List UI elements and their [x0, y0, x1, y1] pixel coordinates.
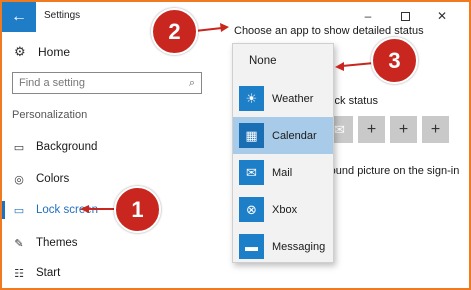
image-icon: ▭ — [13, 141, 25, 154]
minimize-icon: – — [364, 9, 372, 23]
callout-badge-2: 2 — [151, 8, 198, 55]
sidebar-item-label: Colors — [36, 173, 70, 185]
xbox-icon: ⊗ — [239, 197, 264, 222]
option-mail[interactable]: ✉ Mail — [233, 154, 333, 191]
back-arrow-icon: ← — [11, 8, 27, 25]
weather-sun-icon: ☀ — [239, 86, 264, 111]
option-label: Weather — [272, 92, 314, 105]
quick-status-tiles: ✉ + + + — [326, 116, 449, 143]
maximize-icon — [400, 11, 410, 21]
signin-picture-label: round picture on the sign-in — [326, 165, 460, 177]
detailed-status-heading: Choose an app to show detailed status — [234, 25, 424, 37]
option-label: Xbox — [272, 203, 298, 216]
plus-icon: + — [430, 120, 441, 138]
nav-home-label: Home — [38, 45, 71, 59]
sidebar-item-label: Lock screen — [36, 204, 99, 216]
minimize-button[interactable]: – — [354, 6, 382, 26]
option-label: Messaging — [272, 240, 326, 253]
sidebar-item-lock-screen[interactable]: ▭ Lock screen — [2, 197, 212, 223]
maximize-button[interactable] — [391, 6, 419, 26]
sidebar-item-start[interactable]: ☷ Start — [2, 260, 212, 286]
section-label: Personalization — [12, 109, 88, 121]
lock-screen-icon: ▭ — [13, 204, 25, 217]
option-messaging[interactable]: ▬ Messaging — [233, 228, 333, 265]
sidebar-item-label: Themes — [36, 237, 78, 249]
calendar-icon: ▦ — [239, 123, 264, 148]
option-label: Mail — [272, 166, 293, 179]
sidebar-item-background[interactable]: ▭ Background — [2, 134, 212, 160]
sidebar-item-themes[interactable]: ✎ Themes — [2, 230, 212, 256]
search-icon[interactable]: ⌕ — [189, 77, 195, 90]
gear-icon: ⚙ — [14, 44, 26, 59]
close-button[interactable]: ✕ — [428, 6, 456, 26]
plus-icon: + — [366, 120, 377, 138]
callout-badge-3: 3 — [371, 37, 418, 84]
option-weather[interactable]: ☀ Weather — [233, 80, 333, 117]
sidebar-item-label: Start — [36, 267, 61, 279]
messaging-icon: ▬ — [239, 234, 264, 259]
option-label: Calendar — [272, 129, 317, 142]
option-xbox[interactable]: ⊗ Xbox — [233, 191, 333, 228]
quick-status-add-tile[interactable]: + — [390, 116, 417, 143]
option-calendar[interactable]: ▦ Calendar — [233, 117, 333, 154]
search-box[interactable]: ⌕ — [12, 72, 202, 94]
mail-icon: ✉ — [334, 121, 345, 137]
brush-icon: ✎ — [14, 237, 24, 250]
close-icon: ✕ — [436, 9, 448, 23]
quick-status-add-tile[interactable]: + — [422, 116, 449, 143]
start-icon: ☷ — [14, 267, 24, 280]
search-input[interactable] — [19, 77, 189, 89]
palette-icon: ◎ — [14, 173, 24, 186]
plus-icon: + — [398, 120, 409, 138]
callout-badge-1: 1 — [114, 186, 161, 233]
nav-home[interactable]: ⚙ Home — [14, 42, 70, 62]
sidebar: ⚙ Home ⌕ Personalization ▭ Background ◎ … — [2, 32, 222, 288]
back-button[interactable]: ← — [2, 2, 36, 32]
quick-status-add-tile[interactable]: + — [358, 116, 385, 143]
option-label: None — [249, 55, 277, 67]
app-title: Settings — [44, 10, 81, 21]
sidebar-item-colors[interactable]: ◎ Colors — [2, 166, 212, 192]
sidebar-item-label: Background — [36, 141, 98, 153]
mail-icon: ✉ — [239, 160, 264, 185]
option-none[interactable]: None — [233, 46, 333, 76]
app-picker-dropdown: None ☀ Weather ▦ Calendar ✉ Mail ⊗ Xbox … — [232, 43, 334, 263]
